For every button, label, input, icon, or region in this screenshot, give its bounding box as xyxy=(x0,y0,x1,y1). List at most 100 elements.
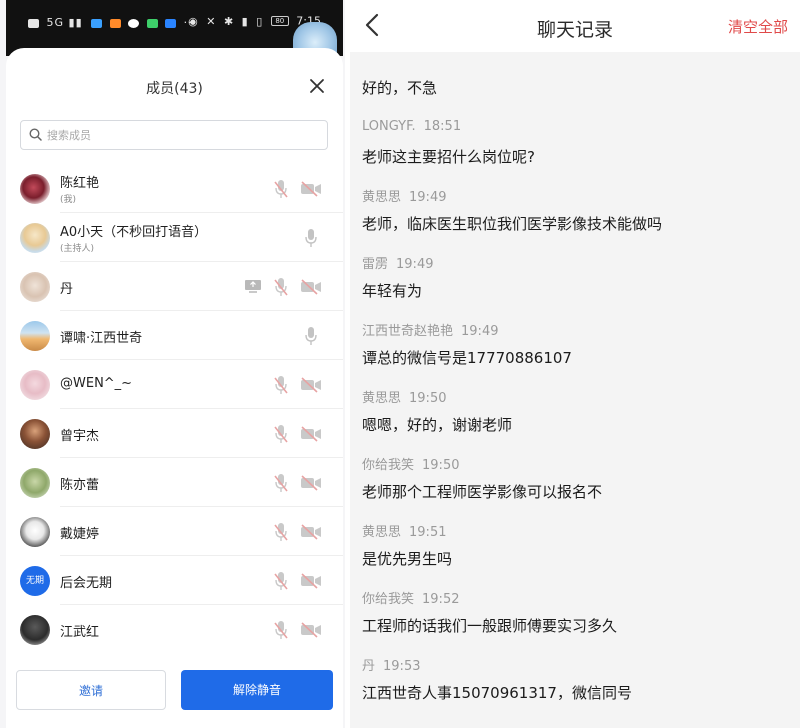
chat-message: 黄思思 19:51 是优先男生吗 xyxy=(362,521,792,569)
member-name: 江武红 xyxy=(60,625,100,640)
camera-off-icon xyxy=(301,475,321,491)
chat-message: 你给我笑 19:50 老师那个工程师医学影像可以报名不 xyxy=(362,454,792,502)
message-meta: 雷雳 19:49 xyxy=(362,253,792,272)
message-time: 19:51 xyxy=(409,525,447,540)
eye-icon: ◉ xyxy=(188,14,198,28)
mic-muted-icon xyxy=(274,474,288,492)
message-time: 19:50 xyxy=(422,458,460,473)
mic-muted-icon xyxy=(274,278,288,296)
mic-muted-icon xyxy=(274,180,288,198)
member-row[interactable]: 陈亦蕾 xyxy=(6,458,343,507)
message-meta: 黄思思 19:50 xyxy=(362,387,792,406)
dark-avatar xyxy=(20,615,50,645)
message-text: 嗯嗯，好的，谢谢老师 xyxy=(362,416,513,434)
message-meta: 你给我笑 19:50 xyxy=(362,454,792,473)
member-row[interactable]: 戴婕婷 xyxy=(6,507,343,556)
message-text: 年轻有为 xyxy=(362,282,423,300)
message-meta xyxy=(362,52,792,68)
camera-off-icon xyxy=(301,622,321,638)
bluetooth-icon: ✱ xyxy=(223,14,234,28)
member-role: (我) xyxy=(60,195,77,205)
cartoon-avatar xyxy=(20,223,50,253)
camera-off-icon xyxy=(301,524,321,540)
camera-off-icon xyxy=(301,279,321,295)
chat-history-screen: 聊天记录 清空全部 好的，不急 LONGYF. 18:51 老师这主要招什么岗位呢… xyxy=(350,0,800,728)
message-time: 19:49 xyxy=(461,324,499,339)
member-row[interactable]: A0小天（不秒回打语音） (主持人) xyxy=(6,213,343,262)
member-row[interactable]: 江武红 xyxy=(6,605,343,654)
camera-off-icon xyxy=(301,377,321,393)
message-meta: 丹 19:53 xyxy=(362,655,792,674)
plant-avatar xyxy=(20,468,50,498)
signal-text: 5G ▮▮ xyxy=(46,16,83,29)
sender-name: 你给我笑 xyxy=(362,592,415,607)
message-meta: 你给我笑 19:52 xyxy=(362,588,792,607)
chat-header: 聊天记录 清空全部 xyxy=(350,0,800,52)
app-notification-icon xyxy=(91,18,103,28)
chat-message: LONGYF. 18:51 老师这主要招什么岗位呢? xyxy=(362,119,792,167)
member-name: 后会无期 xyxy=(60,576,113,591)
message-time: 18:51 xyxy=(423,119,462,134)
photo-avatar xyxy=(20,419,50,449)
drawing-avatar xyxy=(20,517,50,547)
message-time: 19:50 xyxy=(409,391,447,406)
search-input[interactable] xyxy=(47,125,317,145)
sender-name: 你给我笑 xyxy=(362,458,415,473)
mic-status-icon: ▮ xyxy=(241,14,248,28)
battery-icon: 80 xyxy=(270,16,289,26)
invite-button[interactable]: 邀请 xyxy=(16,670,166,710)
mic-icon xyxy=(305,229,317,247)
app-notification-icon xyxy=(128,18,140,28)
mic-muted-icon xyxy=(274,621,288,639)
chat-message: 江西世奇赵艳艳 19:49 谭总的微信号是17770886107 xyxy=(362,320,792,368)
member-row[interactable]: @WEN^_~ xyxy=(6,360,343,409)
search-box[interactable] xyxy=(20,120,328,150)
mic-muted-icon xyxy=(274,523,288,541)
message-text: 江西世奇人事15070961317，微信同号 xyxy=(362,684,632,702)
message-text: 是优先男生吗 xyxy=(362,550,453,568)
sender-name: 雷雳 xyxy=(362,257,389,272)
mic-muted-icon xyxy=(274,572,288,590)
girl-avatar xyxy=(20,370,50,400)
chat-message: 黄思思 19:50 嗯嗯，好的，谢谢老师 xyxy=(362,387,792,435)
app-notification-icon xyxy=(165,18,177,28)
member-name: 陈亦蕾 xyxy=(60,478,100,493)
message-meta: 黄思思 19:49 xyxy=(362,186,792,205)
screen-share-icon xyxy=(245,280,261,293)
mic-muted-icon xyxy=(274,376,288,394)
mic-icon xyxy=(305,327,317,345)
message-text: 工程师的话我们一般跟师傅要实习多久 xyxy=(362,617,618,635)
member-row[interactable]: 谭啸·江西世奇 xyxy=(6,311,343,360)
sim-icon xyxy=(28,18,39,28)
members-sheet: 成员(43) 陈红艳 (我) A0小天 xyxy=(6,48,343,728)
members-screen: 5G ▮▮ ··· ◉ ✕ ✱ ▮ ▯ 80 7:15 成员(43) 搜索成员 … xyxy=(0,0,345,728)
member-row[interactable]: 陈红艳 (我) xyxy=(6,164,343,213)
chat-message: 黄思思 19:49 老师，临床医生职位我们医学影像技术能做吗 xyxy=(362,186,792,234)
member-row[interactable]: 无期 后会无期 xyxy=(6,556,343,605)
landscape-avatar xyxy=(20,321,50,351)
member-name: 陈红艳 xyxy=(60,176,100,191)
clear-all-button[interactable]: 清空全部 xyxy=(728,16,788,37)
unmute-all-button[interactable]: 解除静音 xyxy=(181,670,333,710)
sender-name: 黄思思 xyxy=(362,525,402,540)
message-time: 19:49 xyxy=(409,190,447,205)
member-row[interactable]: 丹 xyxy=(6,262,343,311)
sender-name: 丹 xyxy=(362,659,376,674)
message-text: 好的，不急 xyxy=(362,79,438,97)
chat-list[interactable]: 好的，不急 LONGYF. 18:51 老师这主要招什么岗位呢? 黄思思 19:49… xyxy=(350,52,800,728)
close-icon[interactable] xyxy=(307,76,327,96)
message-meta: 江西世奇赵艳艳 19:49 xyxy=(362,320,792,339)
camera-off-icon xyxy=(301,426,321,442)
member-name: A0小天（不秒回打语音） xyxy=(60,225,208,240)
sketch-avatar xyxy=(20,272,50,302)
sender-name: 江西世奇赵艳艳 xyxy=(362,324,454,339)
message-time: 19:53 xyxy=(383,659,421,674)
sender-name: 黄思思 xyxy=(362,391,402,406)
message-text: 老师那个工程师医学影像可以报名不 xyxy=(362,483,603,501)
member-row[interactable]: 曾宇杰 xyxy=(6,409,343,458)
chat-message: 好的，不急 xyxy=(362,52,792,98)
sender-name: LONGYF. xyxy=(362,119,416,134)
member-name: 曾宇杰 xyxy=(60,429,100,444)
search-icon xyxy=(29,128,42,141)
app-notification-icon xyxy=(109,18,121,28)
